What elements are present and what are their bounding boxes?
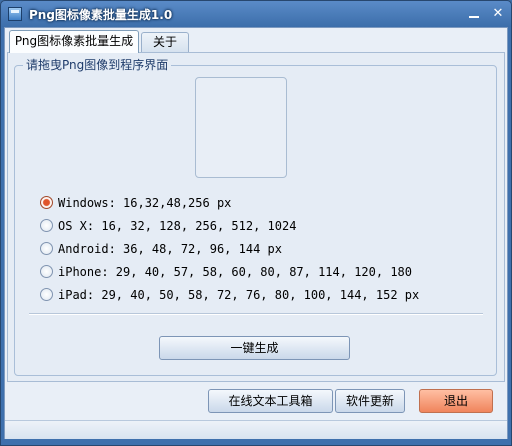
app-icon <box>8 7 22 21</box>
online-tools-button[interactable]: 在线文本工具箱 <box>208 389 333 413</box>
option-label: iPad: 29, 40, 50, 58, 72, 76, 80, 100, 1… <box>58 288 420 302</box>
title-bar[interactable]: Png图标像素批量生成1.0 ✕ <box>1 1 511 27</box>
close-icon: ✕ <box>492 6 504 21</box>
app-window: Png图标像素批量生成1.0 ✕ Png图标像素批量生成 关于 请拖曳Png图像… <box>0 0 512 446</box>
close-button[interactable]: ✕ <box>487 6 509 22</box>
tab-label: 关于 <box>152 35 177 49</box>
radio-button-checked[interactable] <box>40 196 53 209</box>
drop-group: 请拖曳Png图像到程序界面 Windows: 16,32,48,256 px O… <box>14 58 497 376</box>
radio-button[interactable] <box>40 242 53 255</box>
window-title: Png图标像素批量生成1.0 <box>29 8 173 22</box>
client-area: Png图标像素批量生成 关于 请拖曳Png图像到程序界面 Windows: 16… <box>4 27 508 439</box>
exit-button[interactable]: 退出 <box>419 389 493 413</box>
separator <box>29 313 483 315</box>
radio-button[interactable] <box>40 265 53 278</box>
group-title: 请拖曳Png图像到程序界面 <box>23 58 172 72</box>
status-bar <box>5 420 507 439</box>
minimize-icon <box>469 16 479 18</box>
tab-panel: 请拖曳Png图像到程序界面 Windows: 16,32,48,256 px O… <box>7 52 505 382</box>
option-label: Android: 36, 48, 72, 96, 144 px <box>58 242 282 256</box>
radio-button[interactable] <box>40 288 53 301</box>
option-label: OS X: 16, 32, 128, 256, 512, 1024 <box>58 219 297 233</box>
option-label: iPhone: 29, 40, 57, 58, 60, 80, 87, 114,… <box>58 265 413 279</box>
radio-button[interactable] <box>40 219 53 232</box>
tab-label: Png图标像素批量生成 <box>14 34 134 48</box>
image-drop-area[interactable] <box>195 77 287 178</box>
tab-about[interactable]: 关于 <box>141 32 189 52</box>
minimize-button[interactable] <box>463 6 485 22</box>
software-update-button[interactable]: 软件更新 <box>335 389 405 413</box>
option-label: Windows: 16,32,48,256 px <box>58 196 232 210</box>
tab-icon-generator[interactable]: Png图标像素批量生成 <box>9 30 139 53</box>
generate-button[interactable]: 一键生成 <box>159 336 350 360</box>
